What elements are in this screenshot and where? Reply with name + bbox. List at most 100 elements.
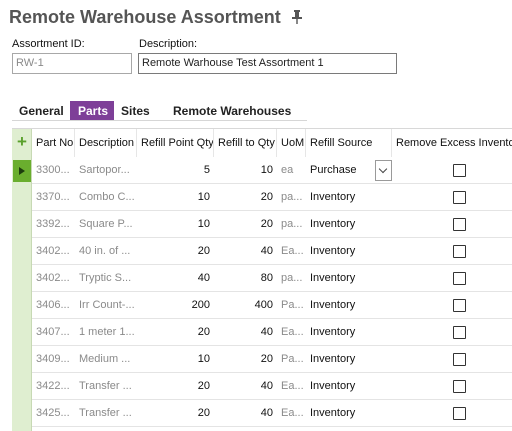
row-selector[interactable]: [13, 214, 31, 236]
cell-uom[interactable]: pa...: [277, 265, 306, 292]
tab-general[interactable]: General: [12, 101, 70, 121]
cell-description[interactable]: Combo C...: [75, 184, 137, 211]
cell-uom[interactable]: Ea...: [277, 319, 306, 346]
cell-uom[interactable]: ea: [277, 157, 306, 184]
cell-refill-point-qty[interactable]: 200: [137, 292, 214, 319]
cell-part-no[interactable]: 3370...: [32, 184, 75, 211]
row-selector[interactable]: [13, 349, 31, 371]
cell-refill-source[interactable]: Inventory: [306, 346, 392, 373]
cell-refill-point-qty[interactable]: 20: [137, 400, 214, 427]
cell-refill-to-qty[interactable]: 40: [214, 373, 277, 400]
cell-refill-to-qty[interactable]: 20: [214, 211, 277, 238]
cell-description[interactable]: Tryptic S...: [75, 265, 137, 292]
row-selector[interactable]: [13, 268, 31, 290]
cell-refill-to-qty[interactable]: 20: [214, 346, 277, 373]
remove-excess-inventory-checkbox[interactable]: [453, 407, 466, 420]
cell-part-no[interactable]: 3402...: [32, 238, 75, 265]
row-selector[interactable]: [13, 295, 31, 317]
cell-part-no[interactable]: 3422...: [32, 373, 75, 400]
cell-refill-point-qty[interactable]: 10: [137, 346, 214, 373]
cell-uom[interactable]: Pa...: [277, 292, 306, 319]
column-header-refill-to-qty[interactable]: Refill to Qty: [214, 129, 277, 157]
cell-uom[interactable]: pa...: [277, 184, 306, 211]
remove-excess-inventory-checkbox[interactable]: [453, 191, 466, 204]
cell-part-no[interactable]: 3425...: [32, 400, 75, 427]
cell-refill-to-qty[interactable]: 40: [214, 238, 277, 265]
cell-refill-source[interactable]: Inventory: [306, 400, 392, 427]
row-selector[interactable]: [13, 322, 31, 344]
cell-refill-point-qty[interactable]: 10: [137, 184, 214, 211]
cell-refill-source[interactable]: Inventory: [306, 292, 392, 319]
column-header-refill-source[interactable]: Refill Source: [306, 129, 392, 157]
cell-refill-source[interactable]: Inventory: [306, 211, 392, 238]
parts-grid: + Part No Description Refill Point Qty R…: [12, 128, 512, 431]
description-field[interactable]: Remote Warhouse Test Assortment 1: [138, 53, 397, 74]
remove-excess-inventory-checkbox[interactable]: [453, 353, 466, 366]
remove-excess-inventory-checkbox[interactable]: [453, 272, 466, 285]
cell-refill-point-qty[interactable]: 20: [137, 319, 214, 346]
cell-uom[interactable]: Pa...: [277, 346, 306, 373]
cell-refill-point-qty[interactable]: 10: [137, 211, 214, 238]
remove-excess-inventory-checkbox[interactable]: [453, 380, 466, 393]
cell-description[interactable]: Transfer ...: [75, 373, 137, 400]
cell-description[interactable]: Irr Count-...: [75, 292, 137, 319]
cell-refill-to-qty[interactable]: 40: [214, 319, 277, 346]
cell-part-no[interactable]: 3300...: [32, 157, 75, 184]
cell-uom[interactable]: Ea...: [277, 238, 306, 265]
remove-excess-inventory-checkbox[interactable]: [453, 326, 466, 339]
cell-refill-source[interactable]: Inventory: [306, 184, 392, 211]
column-header-description[interactable]: Description: [75, 129, 137, 157]
cell-refill-source[interactable]: Inventory: [306, 319, 392, 346]
assortment-id-field[interactable]: RW-1: [12, 53, 132, 74]
cell-part-no[interactable]: 3406...: [32, 292, 75, 319]
row-selector-selected[interactable]: [13, 160, 31, 182]
cell-description[interactable]: Medium ...: [75, 346, 137, 373]
cell-description[interactable]: 40 in. of ...: [75, 238, 137, 265]
page-title: Remote Warehouse Assortment: [9, 6, 281, 27]
plus-icon[interactable]: +: [14, 133, 30, 150]
cell-description[interactable]: Sartopor...: [75, 157, 137, 184]
cell-refill-point-qty[interactable]: 20: [137, 373, 214, 400]
cell-refill-source[interactable]: Inventory: [306, 238, 392, 265]
row-selector[interactable]: [13, 376, 31, 398]
cell-uom[interactable]: Ea...: [277, 373, 306, 400]
row-selector[interactable]: [13, 403, 31, 425]
cell-refill-source[interactable]: Inventory: [306, 373, 392, 400]
row-selector[interactable]: [13, 187, 31, 209]
tab-remote-warehouses[interactable]: Remote Warehouses: [159, 101, 307, 121]
page-header: Remote Warehouse Assortment: [9, 5, 304, 29]
remove-excess-inventory-checkbox[interactable]: [453, 164, 466, 177]
cell-refill-source[interactable]: Inventory: [306, 265, 392, 292]
cell-refill-to-qty[interactable]: 10: [214, 157, 277, 184]
cell-refill-to-qty[interactable]: 20: [214, 184, 277, 211]
cell-description[interactable]: Transfer ...: [75, 400, 137, 427]
column-header-part-no[interactable]: Part No: [32, 129, 75, 157]
cell-uom[interactable]: pa...: [277, 211, 306, 238]
row-divider: [32, 426, 512, 427]
tab-parts[interactable]: Parts: [70, 101, 114, 121]
cell-part-no[interactable]: 3409...: [32, 346, 75, 373]
cell-description[interactable]: 1 meter 1...: [75, 319, 137, 346]
remove-excess-inventory-checkbox[interactable]: [453, 218, 466, 231]
cell-refill-point-qty[interactable]: 5: [137, 157, 214, 184]
cell-uom[interactable]: Ea...: [277, 400, 306, 427]
refill-source-dropdown-button[interactable]: [375, 160, 392, 181]
column-header-refill-point-qty[interactable]: Refill Point Qty: [137, 129, 214, 157]
cell-description[interactable]: Square P...: [75, 211, 137, 238]
cell-refill-point-qty[interactable]: 20: [137, 238, 214, 265]
cell-refill-to-qty[interactable]: 80: [214, 265, 277, 292]
cell-refill-point-qty[interactable]: 40: [137, 265, 214, 292]
column-header-uom[interactable]: UoM: [277, 129, 306, 157]
cell-part-no[interactable]: 3392...: [32, 211, 75, 238]
column-header-remove-excess-inventory[interactable]: Remove Excess Inventory: [392, 129, 512, 157]
cell-refill-to-qty[interactable]: 40: [214, 400, 277, 427]
remove-excess-inventory-checkbox[interactable]: [453, 299, 466, 312]
chevron-down-icon: [378, 164, 388, 174]
cell-refill-to-qty[interactable]: 400: [214, 292, 277, 319]
pin-icon[interactable]: [290, 9, 304, 25]
cell-part-no[interactable]: 3407...: [32, 319, 75, 346]
row-selector[interactable]: [13, 241, 31, 263]
cell-part-no[interactable]: 3402...: [32, 265, 75, 292]
tab-sites[interactable]: Sites: [114, 101, 159, 121]
remove-excess-inventory-checkbox[interactable]: [453, 245, 466, 258]
